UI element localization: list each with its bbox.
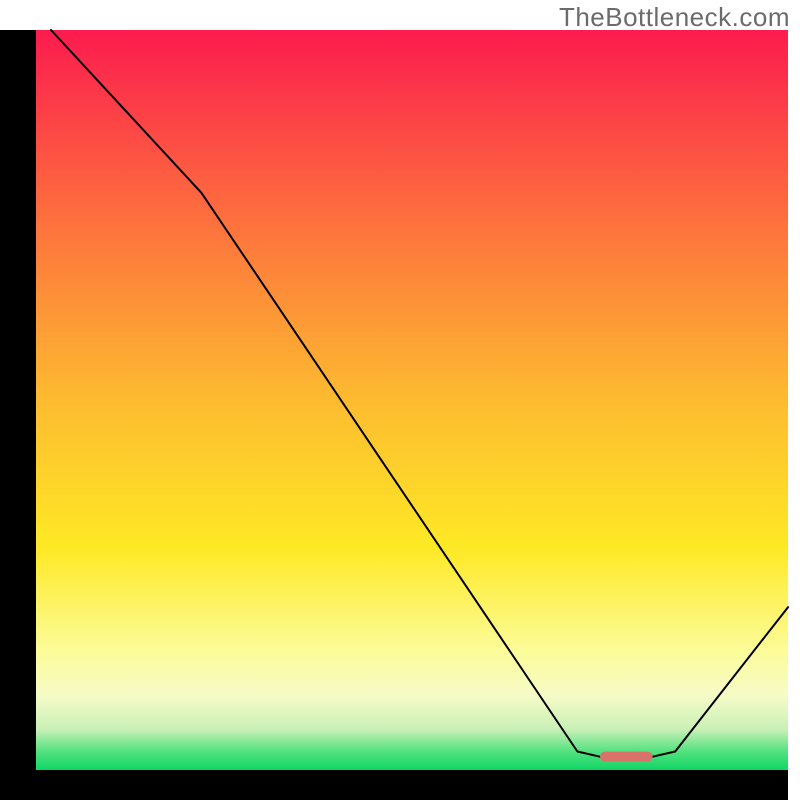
frame-bottom — [0, 770, 788, 800]
chart-container: TheBottleneck.com — [0, 0, 800, 800]
watermark-text: TheBottleneck.com — [559, 2, 790, 33]
plot-background — [36, 30, 788, 770]
optimal-range-marker — [600, 752, 653, 762]
bottleneck-chart — [0, 0, 800, 800]
frame-left — [0, 30, 36, 800]
